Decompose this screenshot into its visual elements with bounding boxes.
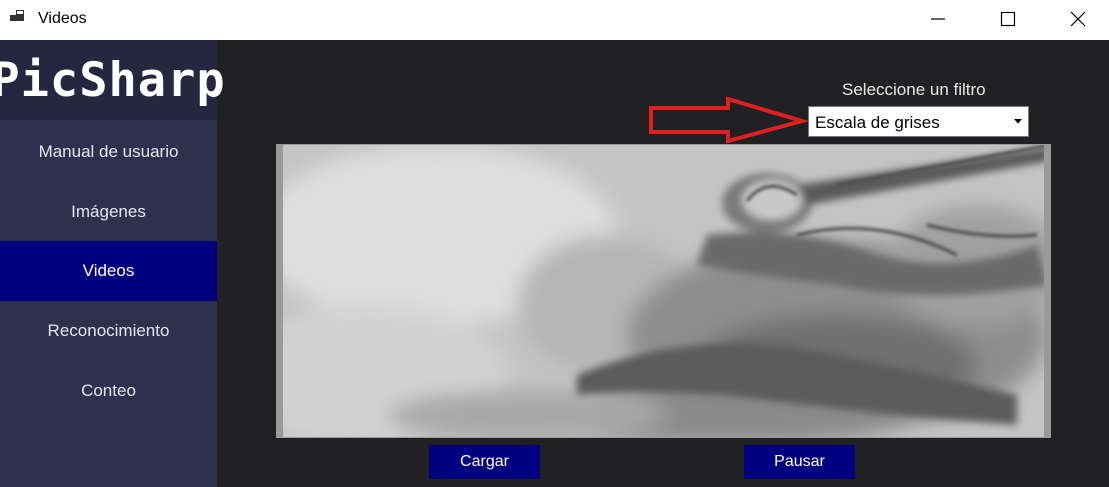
sidebar-item-videos[interactable]: Videos [0, 241, 217, 301]
window-title: Videos [38, 10, 87, 27]
close-icon [1070, 11, 1086, 27]
pause-button-label: Pausar [774, 453, 825, 470]
video-frame [277, 145, 1050, 437]
logo: PicSharp [0, 40, 225, 120]
title-bar: Videos [0, 0, 1109, 40]
maximize-icon [1000, 11, 1016, 27]
red-arrow-annotation [649, 96, 808, 144]
minimize-button[interactable] [915, 0, 961, 38]
maximize-button[interactable] [985, 0, 1031, 38]
sidebar-item-conteo[interactable]: Conteo [0, 361, 217, 421]
load-button[interactable]: Cargar [429, 445, 540, 479]
filter-label: Seleccione un filtro [842, 80, 986, 99]
app-icon [10, 10, 24, 21]
load-button-label: Cargar [460, 453, 509, 470]
sidebar-item-label: Conteo [81, 381, 136, 400]
sidebar-item-manual[interactable]: Manual de usuario [0, 122, 217, 182]
video-preview [276, 144, 1051, 438]
sidebar-item-label: Reconocimiento [47, 321, 170, 340]
main-window: PicSharp Manual de usuario Imágenes Vide… [0, 40, 1109, 487]
filter-selected-value: Escala de grises [815, 113, 940, 132]
sidebar-item-imagenes[interactable]: Imágenes [0, 182, 217, 242]
sidebar-item-label: Imágenes [71, 202, 146, 221]
close-button[interactable] [1055, 0, 1101, 38]
pause-button[interactable]: Pausar [744, 445, 855, 479]
sidebar-item-label: Manual de usuario [38, 142, 179, 161]
sidebar: PicSharp Manual de usuario Imágenes Vide… [0, 40, 225, 487]
sidebar-item-label: Videos [82, 261, 135, 280]
filter-dropdown[interactable]: Escala de grises [808, 106, 1029, 137]
minimize-icon [931, 18, 945, 20]
sidebar-item-reconocimiento[interactable]: Reconocimiento [0, 301, 217, 361]
logo-text: PicSharp [0, 52, 226, 108]
chevron-down-icon [1008, 107, 1028, 136]
